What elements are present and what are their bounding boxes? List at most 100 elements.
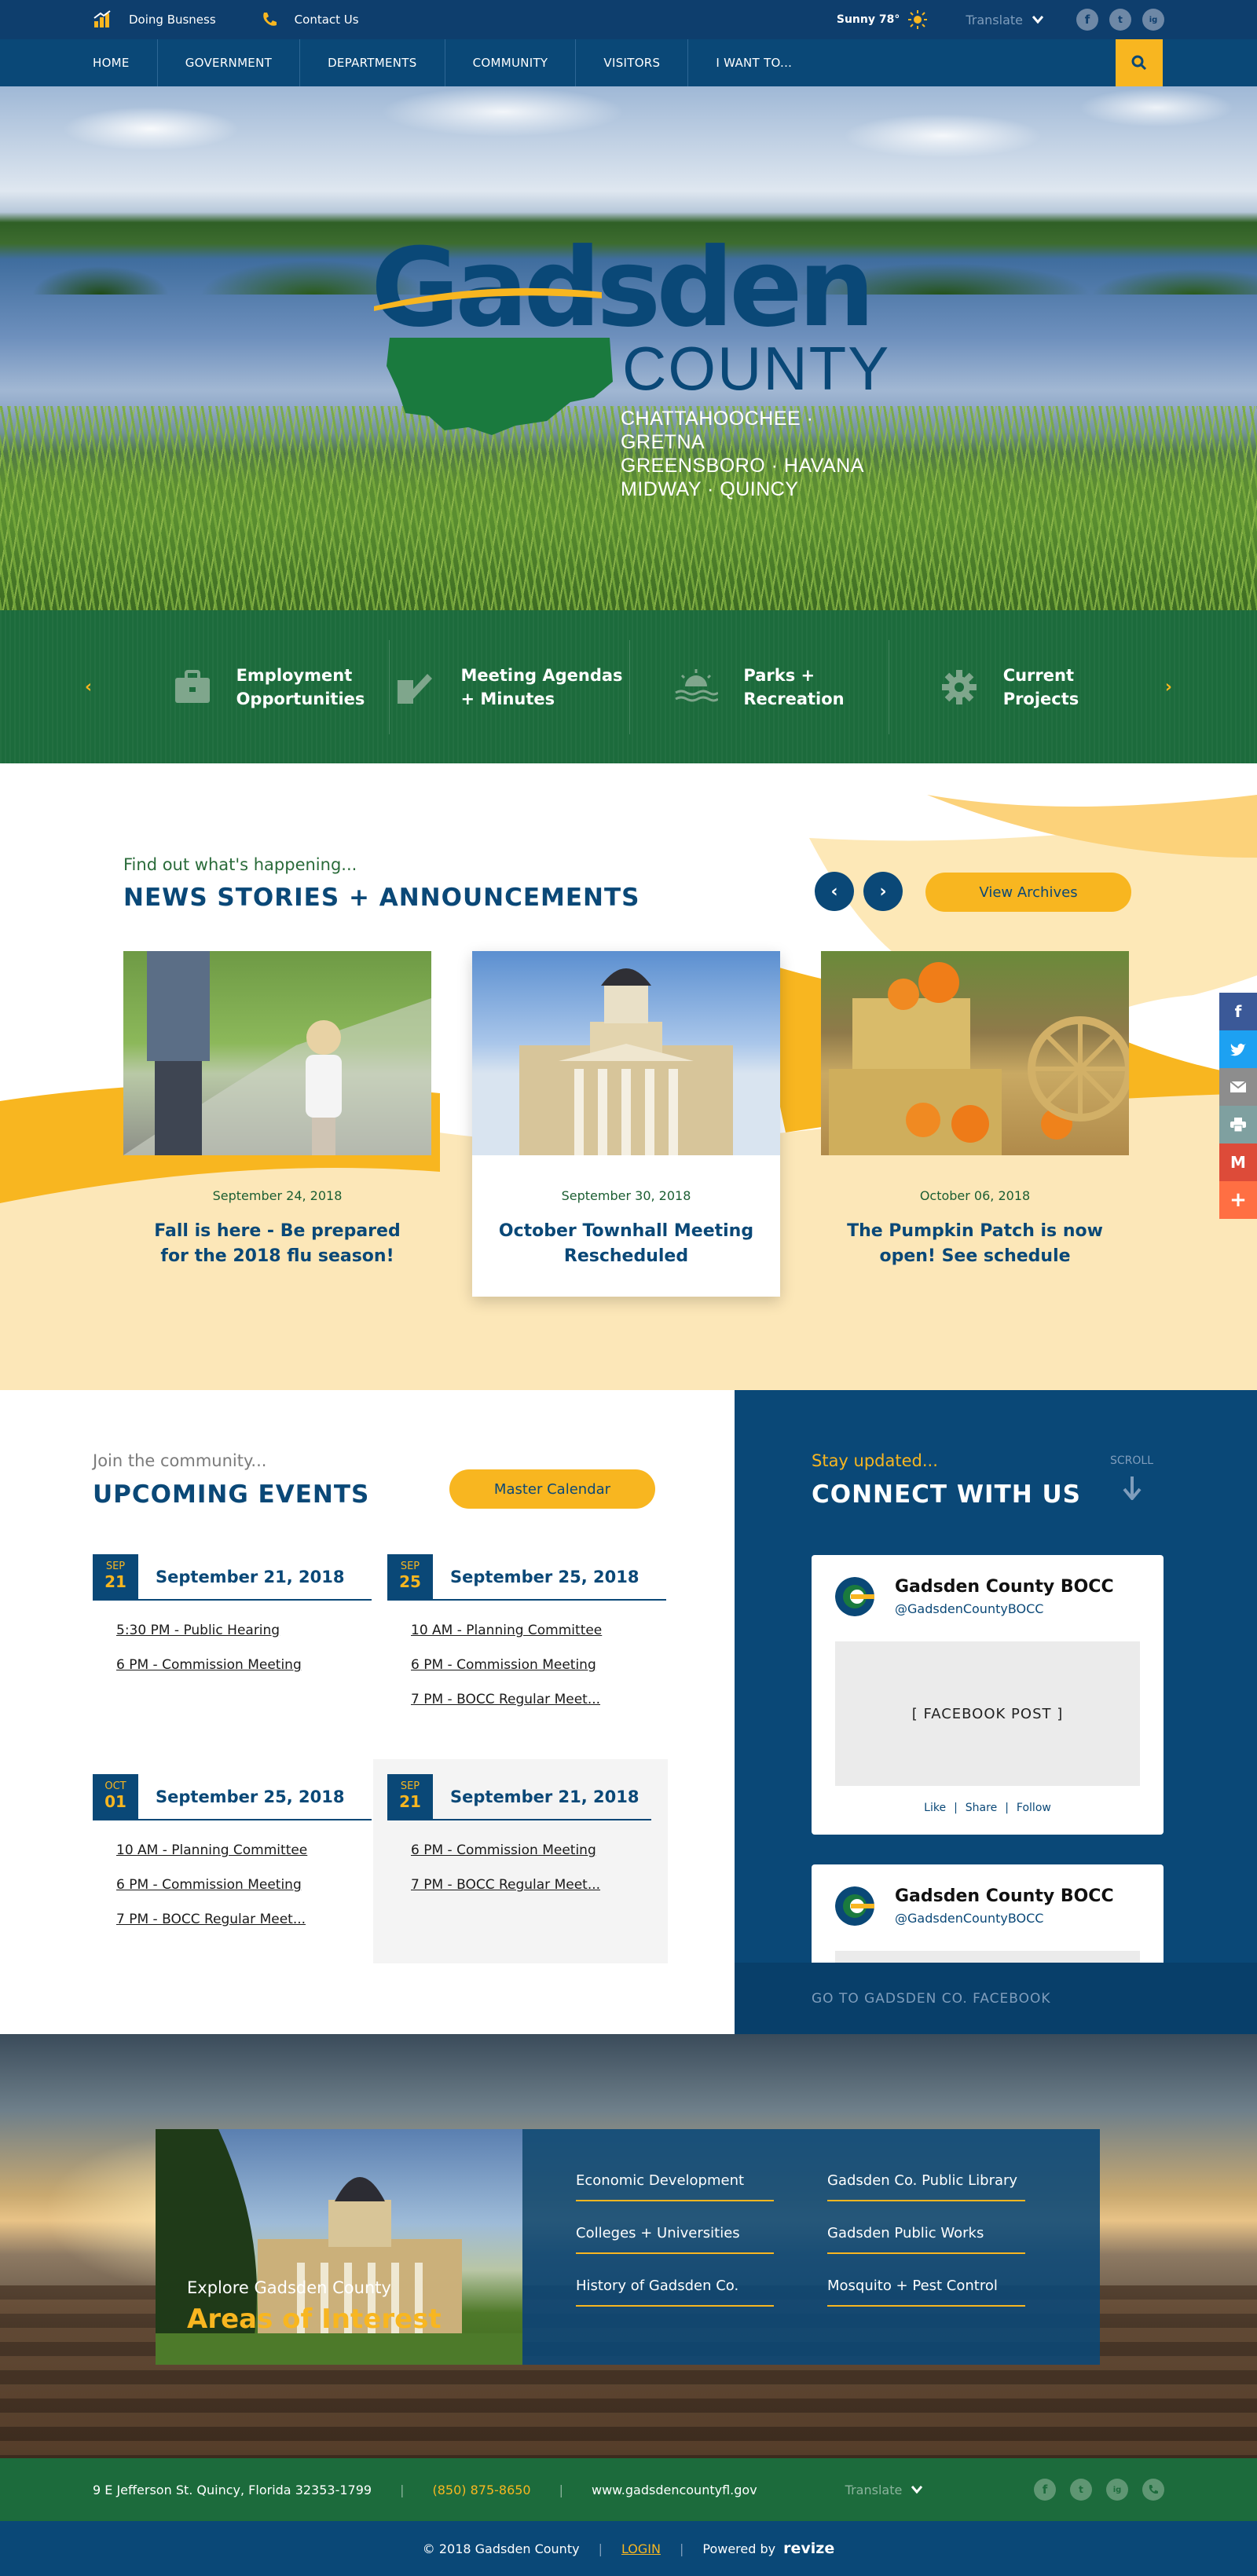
nav-government[interactable]: GOVERNMENT [158,39,301,86]
area-link-library[interactable]: Gadsden Co. Public Library [827,2172,1025,2201]
event-link[interactable]: 6 PM - Commission Meeting [411,1842,668,1858]
master-calendar-button[interactable]: Master Calendar [449,1469,655,1509]
area-link-public-works[interactable]: Gadsden Public Works [827,2225,1025,2254]
footer-social-links: f t ig [1034,2479,1164,2501]
news-card-title[interactable]: October Townhall Meeting Rescheduled [496,1219,757,1269]
nav-departments[interactable]: DEPARTMENTS [300,39,445,86]
arrow-down-icon [1122,1476,1142,1500]
county-map-shape [387,338,613,435]
scroll-indicator[interactable]: SCROLL [1110,1454,1153,1500]
news-card-date: September 30, 2018 [561,1188,691,1203]
news-prev-button[interactable]: ‹ [815,872,854,911]
areas-image-courthouse: Explore Gadsden County Areas of Interest [156,2129,522,2365]
powered-by-text: Powered by [702,2541,776,2556]
share-more-icon[interactable]: + [1219,1181,1257,1219]
area-link-economic-development[interactable]: Economic Development [576,2172,774,2201]
facebook-like-link[interactable]: Like [924,1802,946,1814]
facebook-icon[interactable]: f [1076,9,1098,31]
news-card[interactable]: September 24, 2018 Fall is here - Be pre… [123,951,431,1297]
news-card-title[interactable]: The Pumpkin Patch is now open! See sched… [845,1219,1105,1269]
news-card-date: October 06, 2018 [919,1188,1031,1203]
view-archives-button[interactable]: View Archives [925,873,1131,912]
search-button[interactable] [1116,39,1163,86]
share-facebook-icon[interactable]: f [1219,993,1257,1030]
quick-link-meeting-agendas[interactable]: Meeting Agendas + Minutes [390,640,630,734]
footer-facebook-icon[interactable]: f [1034,2479,1056,2501]
translate-label: Translate [966,12,1023,27]
event-link[interactable]: 6 PM - Commission Meeting [116,1657,372,1673]
facebook-page-name[interactable]: Gadsden County BOCC [895,1886,1114,1906]
footer-phone[interactable]: (850) 875-8650 [432,2483,530,2497]
share-email-icon[interactable] [1219,1068,1257,1106]
event-link[interactable]: 6 PM - Commission Meeting [411,1657,666,1673]
search-icon [1131,55,1147,71]
event-link[interactable]: 10 AM - Planning Committee [411,1623,666,1638]
facebook-feed[interactable]: Gadsden County BOCC @GadsdenCountyBOCC [… [812,1555,1164,1963]
event-date-badge: SEP 21 [93,1554,138,1600]
facebook-handle[interactable]: @GadsdenCountyBOCC [895,1911,1114,1926]
footer-translate-dropdown[interactable]: Translate [845,2483,923,2497]
event-date-badge: OCT 01 [93,1774,138,1820]
news-card[interactable]: October 06, 2018 The Pumpkin Patch is no… [821,951,1129,1297]
business-chart-icon [93,10,111,27]
event-link[interactable]: 6 PM - Commission Meeting [116,1877,372,1893]
area-link-mosquito-control[interactable]: Mosquito + Pest Control [827,2278,1025,2307]
login-link[interactable]: LOGIN [621,2541,661,2556]
contact-us-link[interactable]: Contact Us [260,10,359,29]
county-avatar-icon [835,1886,874,1926]
nav-home[interactable]: HOME [93,39,158,86]
share-print-icon[interactable] [1219,1106,1257,1143]
instagram-icon[interactable]: ig [1142,9,1164,31]
doing-business-link[interactable]: Doing Busness [93,10,216,29]
area-link-history[interactable]: History of Gadsden Co. [576,2278,774,2307]
briefcase-icon [174,670,210,703]
nav-community[interactable]: COMMUNITY [445,39,577,86]
footer-address: 9 E Jefferson St. Quincy, Florida 32353-… [93,2482,372,2497]
event-link[interactable]: 5:30 PM - Public Hearing [116,1623,372,1638]
event-link[interactable]: 7 PM - BOCC Regular Meet... [116,1912,372,1927]
news-card[interactable]: September 30, 2018 October Townhall Meet… [472,951,780,1297]
share-gmail-icon[interactable]: M [1219,1143,1257,1181]
footer-phone-icon[interactable] [1142,2479,1164,2501]
quick-links-prev-arrow[interactable]: ‹ [85,677,92,697]
nav-visitors[interactable]: VISITORS [576,39,689,86]
facebook-post-card: Gadsden County BOCC @GadsdenCountyBOCC [812,1864,1164,1963]
facebook-handle[interactable]: @GadsdenCountyBOCC [895,1601,1114,1616]
doing-business-label: Doing Busness [129,13,216,27]
twitter-icon[interactable]: t [1109,9,1131,31]
event-link[interactable]: 7 PM - BOCC Regular Meet... [411,1692,666,1707]
news-next-button[interactable]: › [863,872,903,911]
quick-link-parks[interactable]: Parks + Recreation [630,640,889,734]
edit-document-icon [398,674,433,704]
news-card-image-walk [123,951,431,1155]
quick-links-next-arrow[interactable]: › [1165,677,1172,697]
facebook-post-placeholder: [ FACEBOOK POST ] [835,1641,1140,1786]
quick-link-projects[interactable]: Current Projects [889,640,1130,734]
share-twitter-icon[interactable] [1219,1030,1257,1068]
event-group-date: September 25, 2018 [450,1568,639,1586]
revize-logo[interactable]: revize [783,2540,834,2557]
logo-county-text: COUNTY [622,334,891,403]
footer-website[interactable]: www.gadsdencountyfl.gov [592,2483,757,2497]
facebook-page-name[interactable]: Gadsden County BOCC [895,1577,1114,1597]
facebook-follow-link[interactable]: Follow [1017,1802,1051,1814]
phone-icon [262,13,277,26]
news-card-title[interactable]: Fall is here - Be prepared for the 2018 … [147,1219,408,1269]
footer-twitter-icon[interactable]: t [1070,2479,1092,2501]
connect-kicker: Stay updated... [812,1451,938,1470]
scroll-label: SCROLL [1110,1454,1154,1467]
sun-icon [908,10,928,29]
logo-swoosh [374,287,602,311]
event-link[interactable]: 7 PM - BOCC Regular Meet... [411,1877,668,1893]
quick-link-employment[interactable]: Employment Opportunities [149,640,390,734]
area-link-colleges[interactable]: Colleges + Universities [576,2225,774,2254]
footer-instagram-icon[interactable]: ig [1106,2479,1128,2501]
go-to-facebook-link[interactable]: GO TO GADSDEN CO. FACEBOOK [735,1963,1257,2034]
main-nav: HOME GOVERNMENT DEPARTMENTS COMMUNITY VI… [0,39,1257,86]
nav-i-want-to[interactable]: I WANT TO... [688,39,819,86]
facebook-post-card: Gadsden County BOCC @GadsdenCountyBOCC [… [812,1555,1164,1835]
event-link[interactable]: 10 AM - Planning Committee [116,1842,372,1858]
facebook-share-link[interactable]: Share [966,1802,997,1814]
news-title: NEWS STORIES + ANNOUNCEMENTS [123,884,640,912]
translate-dropdown[interactable]: Translate [966,13,1043,27]
